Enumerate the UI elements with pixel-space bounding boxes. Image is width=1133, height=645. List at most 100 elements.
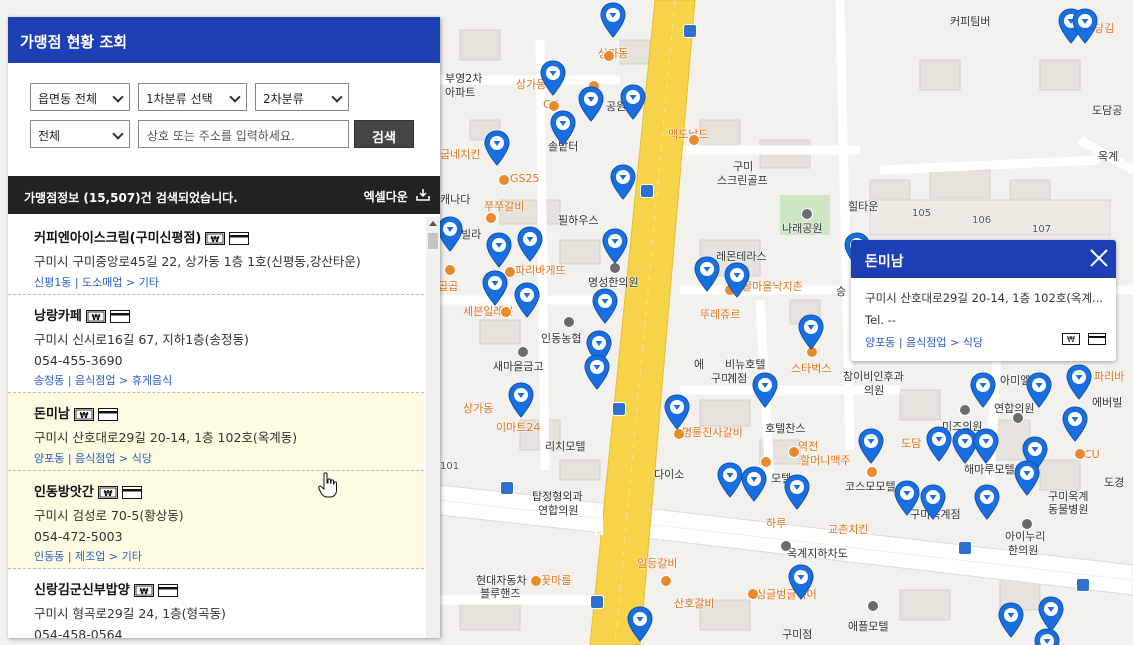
store-pin-icon[interactable] [998, 602, 1024, 638]
store-pin-icon[interactable] [550, 110, 576, 146]
svg-text:₩: ₩ [91, 313, 100, 322]
scrollbar-thumb[interactable] [428, 233, 438, 249]
store-list-item[interactable]: 커피엔아이스크림(구미신평점) ₩ 구미시 구미중앙로45길 22, 상가동 1층 … [8, 217, 424, 295]
store-pin-icon[interactable] [1014, 460, 1040, 496]
store-pin-icon[interactable] [694, 256, 720, 292]
store-pin-icon[interactable] [514, 282, 540, 318]
scroll-up-icon[interactable] [429, 221, 437, 226]
store-pin-icon[interactable] [664, 394, 690, 430]
map-place-label: 다이소 [654, 468, 685, 481]
store-pin-icon[interactable] [798, 314, 824, 350]
scope-select[interactable]: 전체 [30, 120, 130, 148]
store-pin-icon[interactable] [974, 484, 1000, 520]
store-pin-icon[interactable] [1038, 596, 1064, 632]
store-pin-icon[interactable] [894, 480, 920, 516]
map-place-label: 할머니맥주 [800, 454, 851, 467]
popup-category-link[interactable]: 양포동 | 음식점업 > 식당 [865, 336, 983, 349]
result-summary-bar: 가맹점정보 (15,507)건 검색되었습니다. 엑셀다운 [8, 176, 440, 214]
store-pin-icon[interactable] [784, 474, 810, 510]
map-place-label: 아이누리 [1005, 530, 1046, 543]
map-place-label: 일등갈비 [637, 557, 678, 570]
list-scrollbar[interactable] [426, 217, 440, 638]
restaurant-icon [1074, 448, 1086, 460]
store-pin-icon[interactable] [1026, 372, 1052, 408]
map-place-label: 107 [1032, 224, 1052, 235]
map-place-label: 블루핸즈 [480, 587, 521, 600]
store-name[interactable]: 낭랑카페 [34, 309, 82, 324]
store-list-item[interactable]: 신랑김군신부밥양 ₩ 구미시 형곡로29길 24, 1층(형곡동) 054-458-0… [8, 569, 424, 638]
store-name[interactable]: 인동방앗간 [34, 485, 94, 500]
store-pin-icon[interactable] [858, 428, 884, 464]
store-tel: 054-458-0564 [34, 627, 123, 638]
map-place-label: 교촌치킨 [828, 523, 869, 536]
store-pin-icon[interactable] [973, 428, 999, 464]
store-address: 구미시 신시로16길 67, 지하1층(송정동) [34, 332, 249, 347]
store-pin-icon[interactable] [486, 232, 512, 268]
credit-card-icon [97, 408, 118, 421]
store-list-item[interactable]: 인동방앗간 ₩ 구미시 검성로 70-5(황상동) 054-472-5003 인동동 |… [8, 471, 424, 569]
store-address: 구미시 형곡로29길 24, 1층(형곡동) [34, 606, 226, 621]
store-pin-icon[interactable] [437, 216, 463, 252]
store-pin-icon[interactable] [920, 484, 946, 520]
store-pin-icon[interactable] [540, 60, 566, 96]
map-place-label: 꽃마름 [541, 574, 572, 587]
store-pin-icon[interactable] [620, 84, 646, 120]
svg-text:₩: ₩ [103, 489, 112, 498]
store-list-item[interactable]: 돈미남 ₩ 구미시 산호대로29길 20-14, 1층 102호(옥계동) 양포동 |… [8, 393, 424, 471]
store-pin-icon[interactable] [600, 2, 626, 38]
map-place-label: 옥계 [1098, 150, 1119, 163]
store-list-item[interactable]: 낭랑카페 ₩ 구미시 신시로16길 67, 지하1층(송정동) 054-455-369… [8, 295, 424, 393]
store-pin-icon[interactable] [610, 164, 636, 200]
store-name[interactable]: 돈미남 [34, 407, 70, 422]
store-category-link[interactable]: 송정동 | 음식점업 > 휴게음식 [34, 372, 424, 388]
store-pin-icon[interactable] [627, 606, 653, 642]
store-pin-icon[interactable] [724, 262, 750, 298]
store-pin-icon[interactable] [578, 86, 604, 122]
category1-select[interactable]: 1차분류 선택 [138, 83, 247, 111]
map-place-label: GS25 [510, 172, 540, 185]
store-category-link[interactable]: 인동동 | 제조업 > 기타 [34, 548, 424, 564]
category1-select-value: 1차분류 선택 [146, 92, 213, 106]
store-pin-icon[interactable] [517, 226, 543, 262]
store-pin-icon[interactable] [1066, 364, 1092, 400]
store-pin-icon[interactable] [1034, 628, 1060, 645]
map-place-label: 에버빌 [1092, 396, 1123, 409]
store-pin-icon[interactable] [584, 354, 610, 390]
store-list[interactable]: 커피엔아이스크림(구미신평점) ₩ 구미시 구미중앙로45길 22, 상가동 1층 … [8, 217, 424, 638]
close-icon[interactable] [1088, 247, 1110, 269]
store-pin-icon[interactable] [1062, 406, 1088, 442]
store-name[interactable]: 신랑김군신부밥양 [34, 583, 130, 598]
map-place-label: 호텔찬스 [765, 422, 806, 435]
excel-download-button[interactable]: 엑셀다운 [364, 188, 430, 205]
store-pin-icon[interactable] [970, 372, 996, 408]
store-pin-icon[interactable] [717, 462, 743, 498]
store-category-link[interactable]: 신평1동 | 도소매업 > 기타 [34, 274, 424, 290]
search-filters: 읍면동 전체 1차분류 선택 2차분류 전체 상호 또는 주소를 입력하세요. … [8, 63, 440, 176]
store-category-link[interactable]: 양포동 | 음식점업 > 식당 [34, 450, 424, 466]
search-input[interactable]: 상호 또는 주소를 입력하세요. [138, 120, 349, 148]
map-place-label: 리치모텔 [545, 440, 586, 453]
map-place-label: 승 [836, 285, 847, 298]
store-tel: 054-472-5003 [34, 529, 123, 544]
store-pin-icon[interactable] [508, 382, 534, 418]
search-button[interactable]: 검색 [354, 120, 414, 148]
region-select[interactable]: 읍면동 전체 [30, 83, 130, 111]
store-pin-icon[interactable] [484, 130, 510, 166]
store-pin-icon[interactable] [926, 426, 952, 462]
store-pin-icon[interactable] [482, 270, 508, 306]
store-pin-icon[interactable] [592, 288, 618, 324]
store-pin-icon[interactable] [1072, 8, 1098, 44]
map-place-label: 도경 [1104, 476, 1125, 489]
category2-select[interactable]: 2차분류 [255, 83, 349, 111]
bus-stop-icon [612, 402, 626, 416]
store-pin-icon[interactable] [602, 228, 628, 264]
restaurant-icon [500, 306, 512, 318]
won-card-icon: ₩ [73, 408, 94, 421]
restaurant-icon [603, 50, 615, 62]
store-pin-icon[interactable] [752, 372, 778, 408]
store-pin-icon[interactable] [788, 564, 814, 600]
store-pin-icon[interactable] [741, 466, 767, 502]
store-name[interactable]: 커피엔아이스크림(구미신평점) [34, 231, 201, 246]
map-place-label: 부영2차 [445, 72, 483, 85]
credit-card-icon [1087, 333, 1106, 345]
